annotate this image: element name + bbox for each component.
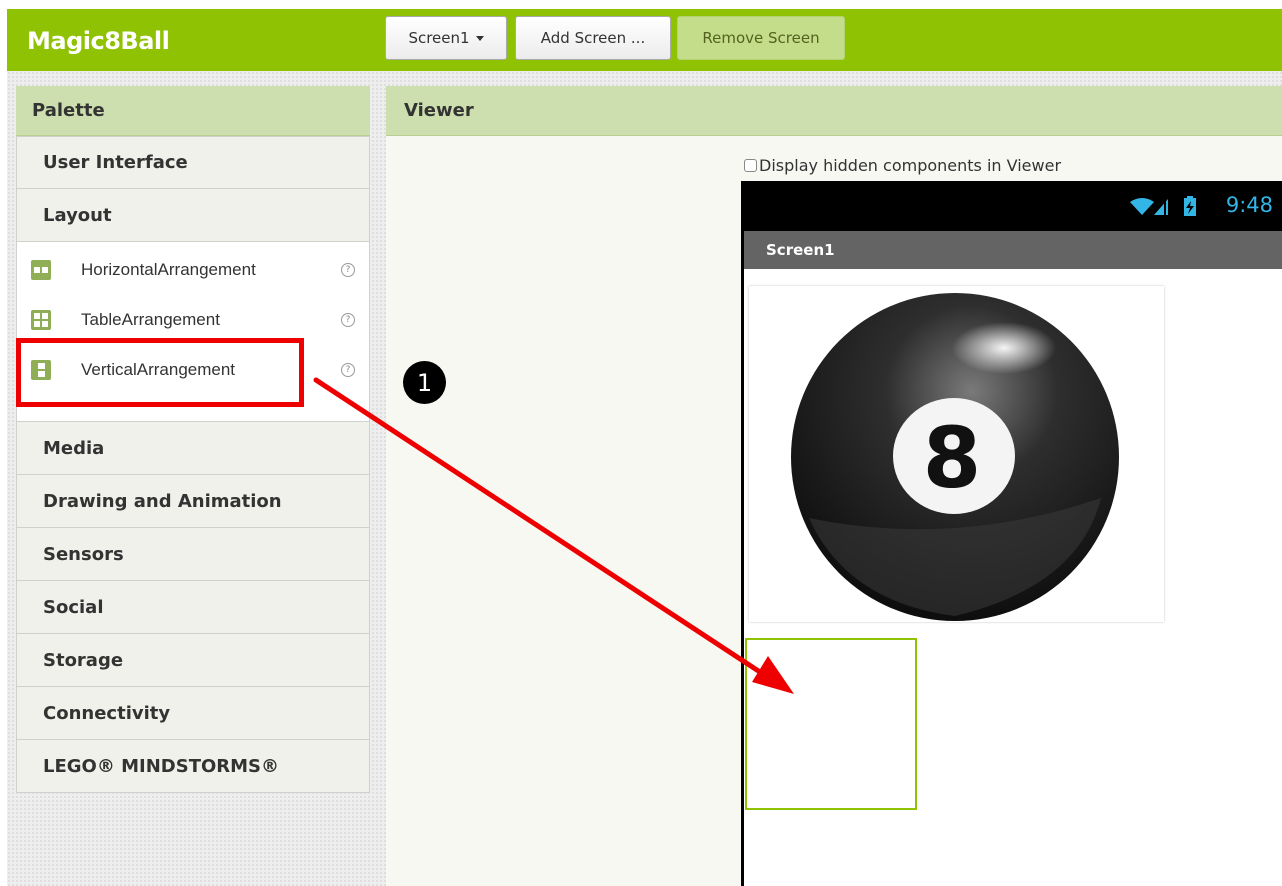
category-connectivity[interactable]: Connectivity — [16, 687, 370, 740]
viewer-body: Display hidden components in Viewer 9:48… — [386, 136, 1282, 886]
viewer-title: Viewer — [386, 86, 1282, 136]
screen-title: Screen1 — [766, 241, 835, 259]
status-icons — [1130, 196, 1196, 216]
help-icon[interactable]: ? — [341, 313, 355, 327]
category-layout[interactable]: Layout — [16, 189, 370, 242]
wifi-icon — [1130, 198, 1154, 215]
help-icon[interactable]: ? — [341, 363, 355, 377]
screen-title-bar: Screen1 — [744, 231, 1282, 269]
top-bar: Magic8Ball Screen1 Add Screen ... Remove… — [7, 9, 1282, 71]
app-title: Magic8Ball — [27, 27, 170, 55]
magic-8-ball-image: 8 — [791, 293, 1119, 621]
image-component[interactable]: 8 — [749, 286, 1164, 622]
palette-item-label: HorizontalArrangement — [81, 260, 256, 279]
category-drawing-and-animation[interactable]: Drawing and Animation — [16, 475, 370, 528]
category-social[interactable]: Social — [16, 581, 370, 634]
highlight-box — [16, 338, 304, 407]
caret-down-icon — [475, 35, 484, 41]
viewer-panel: Viewer Display hidden components in View… — [386, 86, 1282, 886]
category-lego-mindstorms[interactable]: LEGO® MINDSTORMS® — [16, 740, 370, 793]
horizontal-arrangement-icon — [31, 260, 51, 280]
step-number-badge: 1 — [403, 361, 446, 404]
category-media[interactable]: Media — [16, 422, 370, 475]
category-user-interface[interactable]: User Interface — [16, 136, 370, 189]
table-arrangement-icon — [31, 310, 51, 330]
category-sensors[interactable]: Sensors — [16, 528, 370, 581]
phone-preview: 9:48 Screen1 8 — [741, 181, 1282, 886]
checkbox-box[interactable] — [744, 159, 757, 172]
palette-item-horizontal-arrangement[interactable]: HorizontalArrangement ? — [17, 245, 369, 295]
checkbox-label: Display hidden components in Viewer — [759, 156, 1062, 175]
palette-title: Palette — [16, 86, 370, 136]
display-hidden-components-checkbox[interactable]: Display hidden components in Viewer — [744, 156, 1061, 175]
phone-status-bar: 9:48 — [744, 181, 1282, 231]
remove-screen-button[interactable]: Remove Screen — [677, 16, 845, 60]
add-screen-button[interactable]: Add Screen ... — [515, 16, 671, 60]
category-storage[interactable]: Storage — [16, 634, 370, 687]
status-time: 9:48 — [1225, 193, 1273, 217]
ball-number: 8 — [923, 409, 981, 507]
palette-item-label: TableArrangement — [81, 310, 220, 329]
signal-icon — [1154, 199, 1168, 215]
battery-icon — [1184, 196, 1196, 216]
screen-select-button[interactable]: Screen1 — [385, 16, 507, 60]
screen-select-label: Screen1 — [408, 29, 470, 47]
vertical-arrangement-dropzone[interactable] — [745, 638, 917, 810]
help-icon[interactable]: ? — [341, 263, 355, 277]
palette-panel: Palette User Interface Layout Horizontal… — [16, 86, 370, 793]
